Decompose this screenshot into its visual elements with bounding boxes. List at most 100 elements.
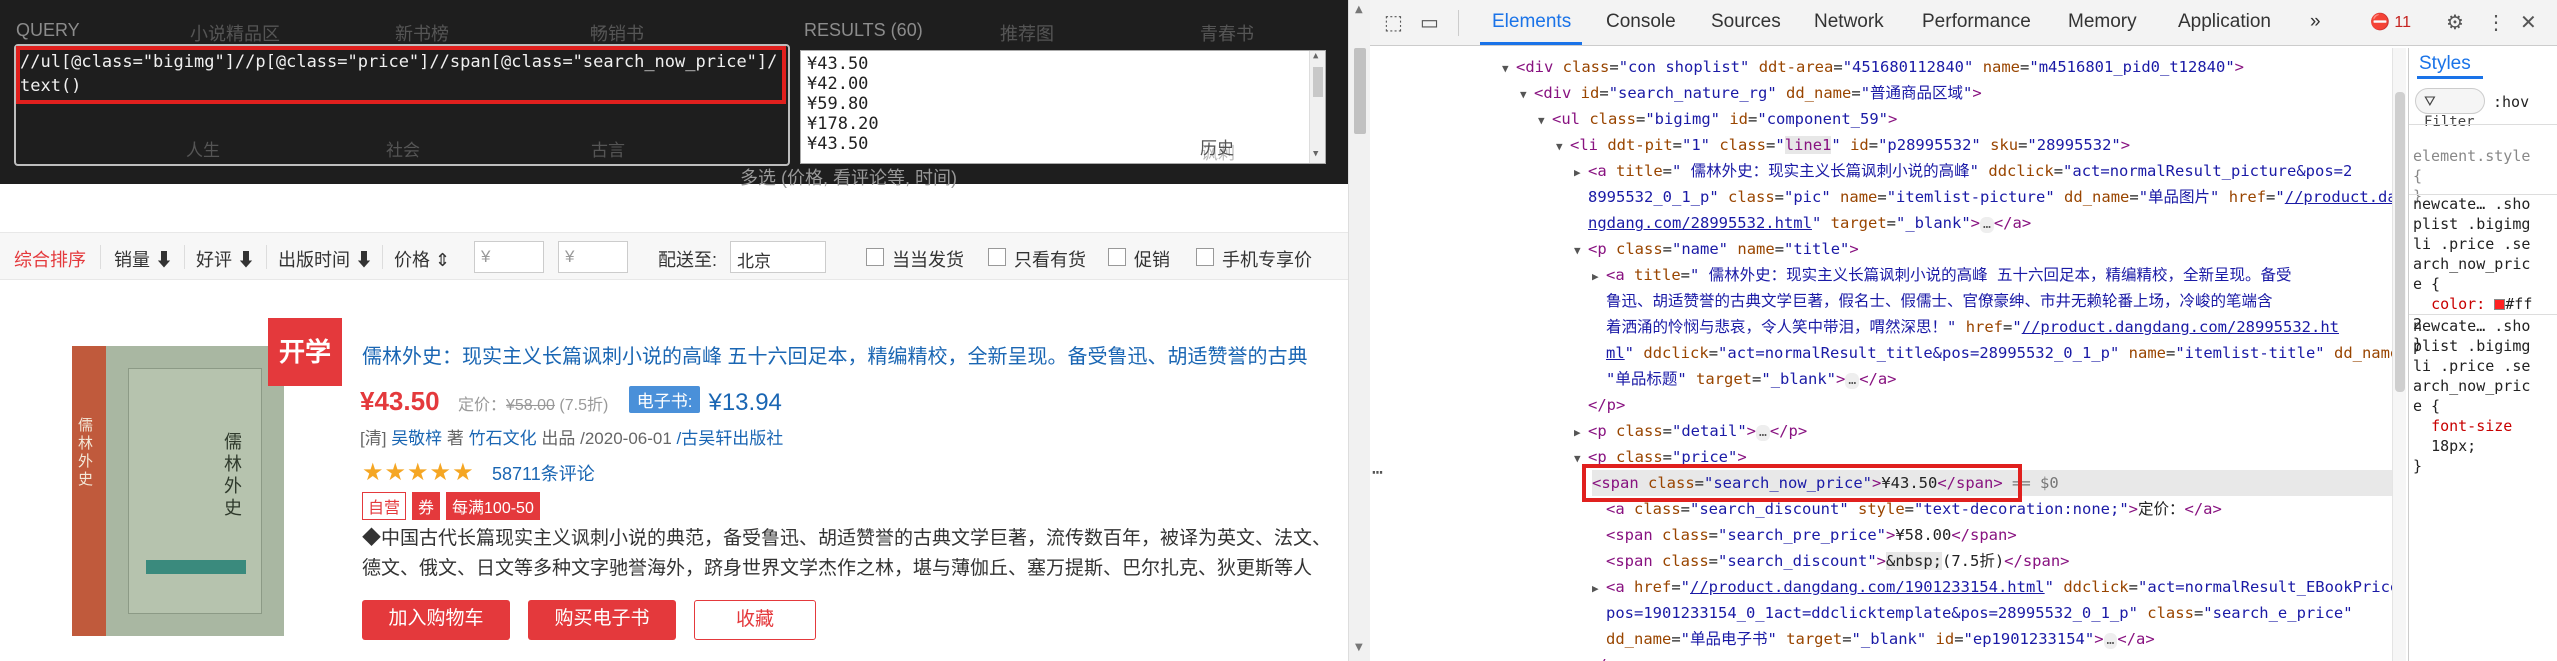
price-max-input[interactable]: ¥ <box>558 241 628 273</box>
color-swatch[interactable] <box>2494 299 2506 310</box>
scroll-thumb[interactable] <box>2395 92 2405 392</box>
dom-line[interactable]: 8995532_0_1_p" class="pic" name="itemlis… <box>1588 184 2392 210</box>
dom-line[interactable]: </p> <box>1588 392 1625 418</box>
tab-performance[interactable]: Performance <box>1922 11 2031 33</box>
css-property[interactable]: color: <box>2431 295 2485 313</box>
scroll-up-icon[interactable]: ▲ <box>1355 4 1363 15</box>
ebook-label[interactable]: 电子书: <box>628 386 701 413</box>
results-scrollbar[interactable]: ▲ ▼ <box>1309 51 1325 163</box>
close-icon[interactable]: ✕ <box>2520 10 2537 35</box>
dom-line[interactable]: ▼ <p class="name" name="title"> <box>1574 236 1859 264</box>
sort-rating[interactable]: 好评 ⬇ <box>196 246 255 272</box>
comments-link[interactable]: 58711条评论 <box>492 460 595 486</box>
dom-line[interactable]: <span class="search_pre_price">¥58.00</s… <box>1606 522 2017 548</box>
tab-memory[interactable]: Memory <box>2068 11 2137 33</box>
scroll-down-icon[interactable]: ▼ <box>1313 149 1318 159</box>
dom-line[interactable]: ▶ <a title=" 儒林外史：现实主义长篇讽刺小说的高峰 五十六回足本，精编… <box>1592 262 2292 290</box>
checkbox[interactable] <box>866 248 884 266</box>
expand-triangle-icon[interactable]: ▶ <box>1574 420 1588 446</box>
tab-elements[interactable]: Elements <box>1492 11 1571 33</box>
product-title-link[interactable]: 儒林外史：现实主义长篇讽刺小说的高峰 五十六回足本，精编精校，全新呈现。备受鲁迅… <box>362 340 1308 369</box>
scroll-thumb[interactable] <box>1354 48 1366 134</box>
add-to-cart-button[interactable]: 加入购物车 <box>362 600 510 640</box>
sort-pubdate[interactable]: 出版时间 ⬇ <box>278 246 373 272</box>
dom-line[interactable]: ▶ <a href="//product.dangdang.com/1901233… <box>1592 574 2392 602</box>
results-box[interactable]: ¥43.50 ¥42.00 ¥59.80 ¥178.20 ¥43.50 讽刺 ▲… <box>800 50 1326 164</box>
cover-spine-title: 儒林外史 <box>78 416 94 488</box>
buy-ebook-button[interactable]: 购买电子书 <box>528 600 676 640</box>
book-cover-image[interactable]: 儒林外史 儒林外史 <box>72 346 284 642</box>
checkbox[interactable] <box>988 248 1006 266</box>
dom-line[interactable]: ▼ <div id="search_nature_rg" dd_name="普通商… <box>1520 80 1982 108</box>
dom-line[interactable]: dd_name="单品电子书" target="_blank" id="ep19… <box>1606 626 2155 652</box>
collapse-triangle-icon[interactable]: ▼ <box>1556 134 1570 160</box>
scroll-down-icon[interactable]: ▼ <box>1355 642 1363 653</box>
expand-triangle-icon[interactable]: ▶ <box>1574 160 1588 186</box>
product-item: 儒林外史 儒林外史 开学季 儒林外史：现实主义长篇讽刺小说的高峰 五十六回足本，… <box>0 290 1348 661</box>
more-dots-icon[interactable]: ⋯ <box>1372 460 1383 486</box>
tab-application[interactable]: Application <box>2178 11 2271 33</box>
dom-line[interactable]: ngdang.com/28995532.html" target="_blank… <box>1588 210 2031 236</box>
dom-line[interactable]: ▶ <a title=" 儒林外史：现实主义长篇讽刺小说的高峰" ddclick=… <box>1574 158 2352 186</box>
dom-line[interactable]: pos=1901233154_0_1act=ddclicktemplate&po… <box>1606 600 2353 626</box>
collapse-triangle-icon[interactable]: ▼ <box>1520 82 1534 108</box>
sort-sales[interactable]: 销量 ⬇ <box>114 246 173 272</box>
dom-line[interactable]: </p> <box>1588 652 1625 661</box>
dom-line[interactable]: "单品标题" target="_blank">… </a> <box>1606 366 1897 392</box>
css-property[interactable]: font-size <box>2431 417 2512 435</box>
author-link[interactable]: 吴敬梓 <box>391 429 442 448</box>
ellipsis-icon[interactable]: … <box>1980 217 1994 233</box>
settings-gear-icon[interactable]: ⚙ <box>2446 10 2464 35</box>
dom-line[interactable]: ▼ <ul class="bigimg" id="component_59"> <box>1538 106 1897 134</box>
styles-filter-input[interactable]: ⛛ Filter <box>2415 88 2485 130</box>
dom-line[interactable]: 着洒涌的怜悯与悲哀，令人笑中带泪，喟然深思！" href="//product.… <box>1606 314 2339 340</box>
ellipsis-icon[interactable]: … <box>1756 425 1770 441</box>
device-toolbar-icon[interactable]: ▭ <box>1420 10 1439 35</box>
dom-line[interactable]: <span class="search_discount">&nbsp;(7.5… <box>1606 548 2070 574</box>
dom-scrollbar[interactable] <box>2392 48 2406 661</box>
collapse-triangle-icon[interactable]: ▼ <box>1574 238 1588 264</box>
page-scrollbar[interactable]: ▲ ▼ <box>1348 0 1370 661</box>
more-options-icon[interactable]: ⋮ <box>2486 10 2506 35</box>
scroll-up-icon[interactable]: ▲ <box>1313 51 1318 61</box>
dom-line[interactable]: ▶ <p class="detail">… </p> <box>1574 418 1807 446</box>
ellipsis-icon[interactable]: … <box>2103 633 2118 649</box>
checkbox-label[interactable]: 促销 <box>1134 246 1170 272</box>
favorite-button[interactable]: 收藏 <box>694 600 816 640</box>
checkbox-label[interactable]: 只看有货 <box>1014 246 1086 272</box>
tab-sources[interactable]: Sources <box>1711 11 1781 33</box>
hov-toggle[interactable]: :hov <box>2493 92 2529 112</box>
ship-to-select[interactable]: 北京 <box>730 241 826 273</box>
dom-line[interactable]: 鲁迅、胡适赞誉的古典文学巨著，假名士、假儒士、官僚豪绅、市井无赖轮番上场，冷峻的… <box>1606 288 2273 314</box>
error-counter[interactable]: ⛔ 11 <box>2370 12 2411 32</box>
cover-band <box>146 560 246 574</box>
collapse-triangle-icon[interactable]: ▼ <box>1538 108 1552 134</box>
dom-line[interactable]: ▼ <li ddt-pit="1" class="line1" id="p2899… <box>1556 132 2130 160</box>
brand-link[interactable]: 竹石文化 <box>469 429 537 448</box>
expand-triangle-icon[interactable]: ▶ <box>1592 576 1606 602</box>
tab-styles[interactable]: Styles <box>2419 54 2471 74</box>
dom-line[interactable]: ml" ddclick="act=normalResult_title&pos=… <box>1606 340 2392 366</box>
tab-network[interactable]: Network <box>1814 11 1884 33</box>
expand-triangle-icon[interactable]: ▶ <box>1592 264 1606 290</box>
publisher-link[interactable]: /古吴轩出版社 <box>677 429 784 448</box>
ellipsis-icon[interactable]: … <box>1845 373 1860 389</box>
css-value[interactable]: 18px; <box>2431 437 2476 455</box>
inspect-element-icon[interactable]: ⬚ <box>1384 10 1403 35</box>
checkbox-label[interactable]: 手机专享价 <box>1222 246 1312 272</box>
more-tabs-icon[interactable]: » <box>2310 11 2321 33</box>
sort-comprehensive[interactable]: 综合排序 <box>14 246 86 272</box>
divider <box>100 245 101 269</box>
checkbox-label[interactable]: 当当发货 <box>892 246 964 272</box>
price-min-input[interactable]: ¥ <box>474 241 544 273</box>
sort-price[interactable]: 价格 ⇕ <box>394 246 450 272</box>
updown-icon: ⇕ <box>435 250 451 270</box>
checkbox[interactable] <box>1196 248 1214 266</box>
scroll-thumb[interactable] <box>1313 67 1323 97</box>
tab-console[interactable]: Console <box>1606 11 1676 33</box>
collapse-triangle-icon[interactable]: ▼ <box>1502 56 1516 82</box>
css-rule[interactable]: newcate… .shoplist .bigimg li .price .se… <box>2413 316 2533 476</box>
ebook-price[interactable]: ¥13.94 <box>708 389 781 416</box>
dom-line[interactable]: ▼ <div class="con shoplist" ddt-area="451… <box>1502 54 2244 82</box>
checkbox[interactable] <box>1108 248 1126 266</box>
